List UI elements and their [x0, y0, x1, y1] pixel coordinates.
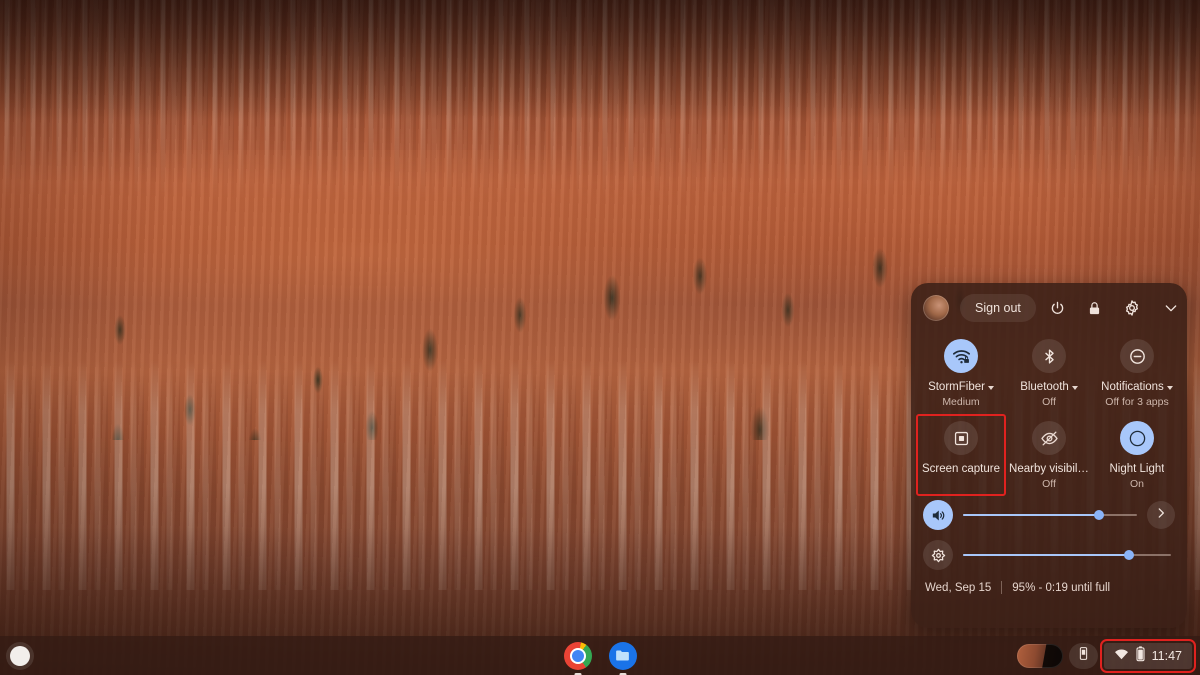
- tile-nearby-visibility[interactable]: Nearby visibil… Off: [1005, 415, 1093, 495]
- brightness-slider-thumb[interactable]: [1124, 550, 1135, 560]
- wifi-icon: [1114, 647, 1129, 665]
- phone-icon: [1076, 646, 1091, 666]
- quick-settings-header: Sign out: [911, 283, 1187, 333]
- tile-night-light-label: Night Light: [1109, 463, 1165, 475]
- bluetooth-icon: [1032, 339, 1066, 373]
- tile-nearby-visibility-label: Nearby visibil…: [1009, 463, 1089, 475]
- chevron-down-icon: [1163, 300, 1179, 316]
- tile-notifications-name: Notifications: [1101, 381, 1164, 393]
- tile-network-label: StormFiber: [928, 380, 994, 394]
- shelf-app-chrome[interactable]: [563, 641, 592, 675]
- brightness-slider-fill: [963, 554, 1130, 556]
- eye-slash-icon: [1032, 421, 1066, 455]
- power-button[interactable]: [1043, 293, 1073, 323]
- date-label: Wed, Sep 15: [925, 581, 992, 594]
- tile-bluetooth-name: Bluetooth: [1020, 381, 1069, 393]
- brightness-icon[interactable]: [923, 540, 953, 570]
- tile-bluetooth-sublabel: Off: [1042, 396, 1056, 408]
- system-tray[interactable]: 11:47: [1099, 638, 1197, 673]
- power-icon: [1049, 300, 1066, 317]
- shelf: 11:47: [0, 636, 1200, 675]
- tile-network-name: StormFiber: [928, 381, 985, 393]
- tile-bluetooth[interactable]: Bluetooth Off: [1005, 333, 1093, 413]
- chevron-right-icon: [1154, 506, 1168, 525]
- quick-settings-tiles: StormFiber Medium Bluetooth Off Notifica…: [911, 333, 1187, 496]
- tile-network-sublabel: Medium: [942, 396, 980, 408]
- moon-icon: [1120, 421, 1154, 455]
- tile-screen-capture-label: Screen capture: [922, 463, 1000, 475]
- quick-settings-panel: Sign out StormFiber Medium Bluetooth Off…: [911, 283, 1187, 628]
- tile-night-light[interactable]: Night Light On: [1093, 415, 1181, 495]
- footer-divider: [1001, 581, 1003, 594]
- shelf-app-files[interactable]: [608, 641, 637, 675]
- tile-notifications[interactable]: Notifications Off for 3 apps: [1093, 333, 1181, 413]
- phone-hub-button[interactable]: [1068, 642, 1098, 669]
- lock-icon: [1086, 300, 1103, 317]
- battery-charging-icon: [1135, 646, 1146, 665]
- volume-slider[interactable]: [963, 508, 1137, 522]
- tile-notifications-sublabel: Off for 3 apps: [1105, 396, 1169, 408]
- chevron-down-icon: [1166, 386, 1173, 390]
- chevron-down-icon: [1071, 386, 1078, 390]
- battery-status-label: 95% - 0:19 until full: [1012, 581, 1111, 594]
- avatar[interactable]: [923, 295, 949, 321]
- clock-label: 11:47: [1151, 648, 1182, 663]
- status-area: 11:47: [1016, 638, 1197, 673]
- sign-out-label: Sign out: [975, 301, 1021, 315]
- chromeos-desktop: Sign out StormFiber Medium Bluetooth Off…: [0, 0, 1200, 675]
- settings-button[interactable]: [1117, 293, 1147, 323]
- screen-capture-icon: [944, 421, 978, 455]
- collapse-button[interactable]: [1156, 293, 1186, 323]
- gear-icon: [1123, 299, 1141, 317]
- tile-nearby-visibility-sublabel: Off: [1042, 478, 1056, 490]
- brightness-slider-row: [911, 535, 1187, 575]
- volume-slider-fill: [963, 514, 1099, 516]
- brightness-slider[interactable]: [963, 548, 1171, 562]
- tile-night-light-sublabel: On: [1129, 478, 1144, 490]
- wifi-locked-icon: [944, 339, 978, 373]
- audio-settings-button[interactable]: [1147, 501, 1175, 529]
- sign-out-button[interactable]: Sign out: [960, 294, 1036, 322]
- tile-bluetooth-label: Bluetooth: [1020, 380, 1078, 394]
- chrome-icon: [563, 641, 592, 670]
- volume-slider-row: [911, 495, 1187, 535]
- do-not-disturb-icon: [1120, 339, 1154, 373]
- screenshot-thumbnail[interactable]: [1016, 643, 1063, 668]
- volume-slider-thumb[interactable]: [1093, 510, 1104, 520]
- tile-notifications-label: Notifications: [1101, 380, 1173, 394]
- lock-button[interactable]: [1080, 293, 1110, 323]
- chevron-down-icon: [987, 386, 994, 390]
- tile-screen-capture[interactable]: Screen capture: [916, 414, 1006, 496]
- files-folder-icon: [608, 641, 637, 670]
- quick-settings-footer: Wed, Sep 15 95% - 0:19 until full: [911, 575, 1187, 594]
- tile-network[interactable]: StormFiber Medium: [917, 333, 1005, 413]
- volume-icon[interactable]: [923, 500, 953, 530]
